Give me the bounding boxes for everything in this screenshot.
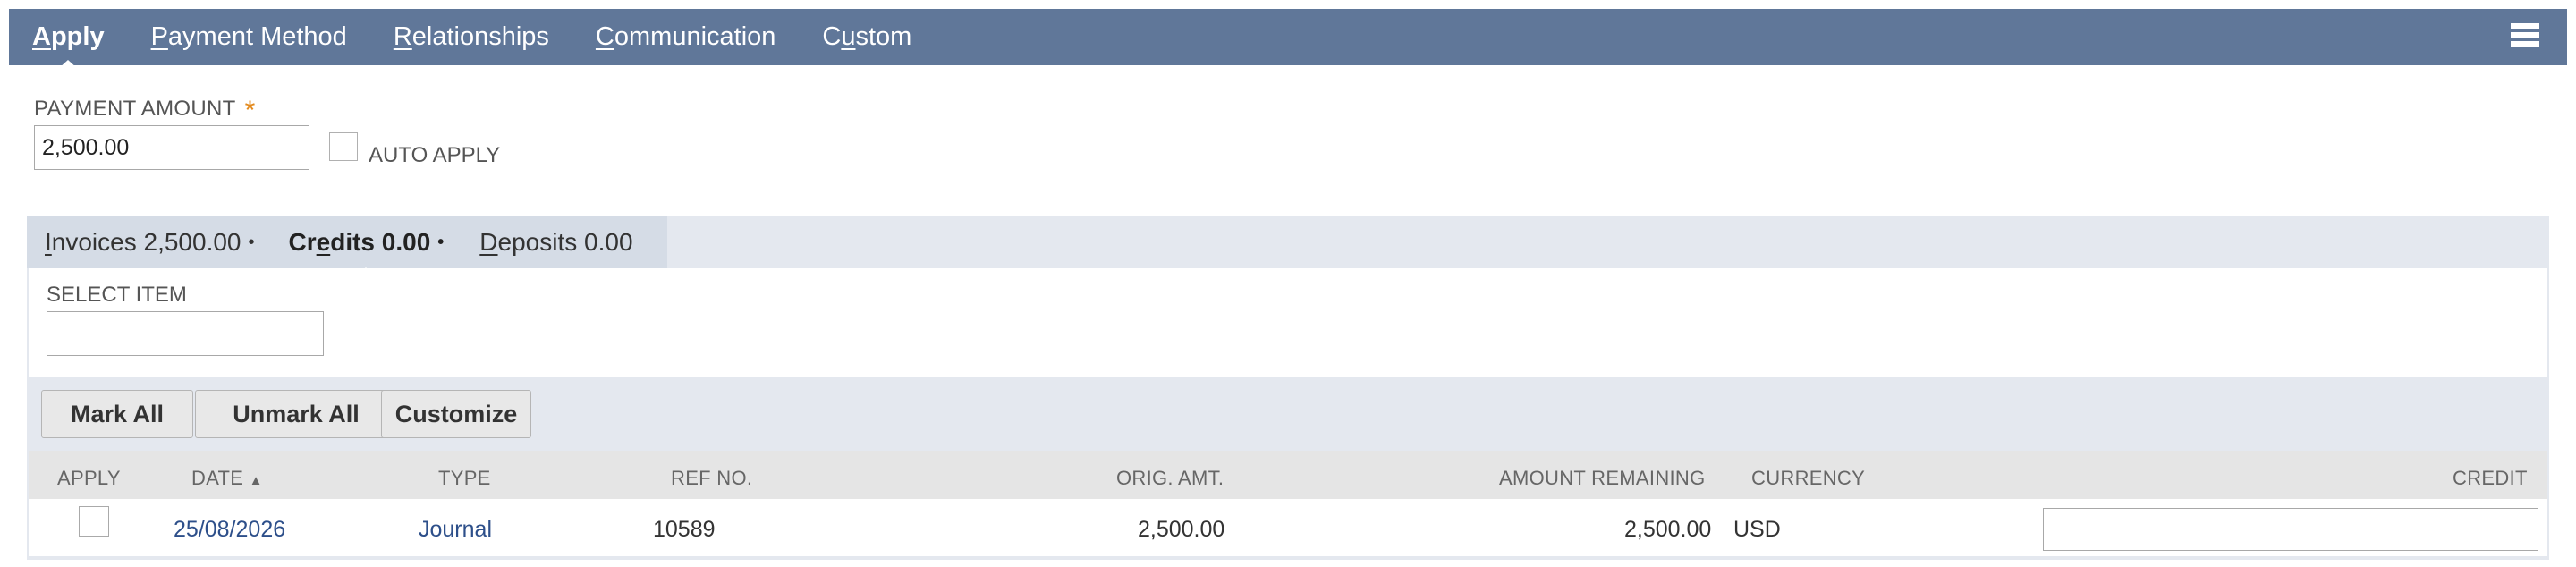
subtab-invoices-shortcut-letter: I [45, 228, 52, 256]
subtab-credits-shortcut-letter: e [316, 228, 331, 256]
apply-sublist-panel: Invoices 2,500.00 • Credits 0.00 • Deposit… [27, 216, 2549, 560]
subtab-credits[interactable]: Credits 0.00 • [289, 228, 445, 257]
subtab-invoices-label: nvoices 2,500.00 [51, 228, 242, 256]
table-header: APPLY DATE ▲ TYPE REF NO. ORIG. AMT. AMO… [29, 451, 2547, 499]
table-row: 25/08/2026 Journal 10589 2,500.00 2,500.… [29, 499, 2547, 556]
row-currency: USD [1733, 517, 1781, 542]
payment-amount-label-text: PAYMENT AMOUNT [34, 97, 236, 121]
tab-communication-shortcut-letter: C [595, 22, 614, 51]
tab-custom-label: stom [855, 22, 912, 51]
tab-payment-method-shortcut-letter: P [150, 22, 168, 51]
unmark-all-button[interactable]: Unmark All [195, 390, 397, 438]
subtab-deposits[interactable]: Deposits 0.00 [479, 228, 632, 257]
record-tab-bar: Apply Payment Method Relationships Commu… [9, 9, 2567, 65]
row-apply-checkbox[interactable] [79, 506, 109, 537]
tab-custom[interactable]: Custom [822, 22, 911, 52]
tab-relationships-shortcut-letter: R [393, 22, 412, 51]
subtab-credits-dot: • [437, 233, 445, 252]
column-date[interactable]: DATE ▲ [191, 467, 263, 490]
select-item-label: SELECT ITEM [47, 283, 187, 307]
tab-payment-method-label: ayment Method [167, 22, 347, 51]
subtab-bar: Invoices 2,500.00 • Credits 0.00 • Deposit… [27, 216, 633, 268]
select-item-input[interactable] [47, 311, 324, 356]
subtab-credits-label: dits 0.00 [330, 228, 431, 256]
row-type-link[interactable]: Journal [419, 517, 492, 543]
mark-all-button[interactable]: Mark All [41, 390, 193, 438]
row-ref-no: 10589 [653, 517, 716, 542]
column-apply: APPLY [57, 467, 121, 489]
tab-payment-method[interactable]: Payment Method [151, 22, 347, 52]
row-orig-amt: 2,500.00 [1138, 517, 1225, 542]
column-type[interactable]: TYPE [438, 467, 491, 490]
row-date-link[interactable]: 25/08/2026 [174, 517, 285, 543]
required-asterisk-icon: * [244, 96, 256, 125]
tab-apply[interactable]: Apply [32, 22, 105, 52]
sort-ascending-icon: ▲ [249, 473, 263, 488]
payment-amount-input[interactable] [34, 125, 309, 170]
tab-apply-shortcut-letter: A [32, 22, 51, 51]
column-amount-remaining[interactable]: AMOUNT REMAINING [1499, 467, 1706, 490]
tab-apply-label: pply [50, 22, 105, 51]
subtab-invoices-dot: • [248, 233, 255, 252]
tab-relationships[interactable]: Relationships [394, 22, 549, 52]
auto-apply-checkbox[interactable] [329, 132, 358, 161]
customize-button[interactable]: Customize [381, 390, 531, 438]
subtab-credits-label-pre: Cr [288, 228, 317, 256]
column-currency[interactable]: CURRENCY [1751, 467, 1865, 490]
subtab-deposits-shortcut-letter: D [479, 228, 498, 256]
column-date-label: DATE [191, 467, 244, 489]
column-ref-no[interactable]: REF NO. [671, 467, 752, 490]
select-item-area: SELECT ITEM [29, 268, 2547, 377]
column-orig-amt[interactable]: ORIG. AMT. [1116, 467, 1224, 490]
row-amount-remaining: 2,500.00 [1624, 517, 1712, 542]
tab-custom-label-pre: C [822, 22, 842, 51]
subtab-invoices[interactable]: Invoices 2,500.00 • [45, 228, 255, 257]
tab-communication[interactable]: Communication [596, 22, 775, 52]
row-credit-input[interactable] [2043, 508, 2538, 551]
auto-apply-label: AUTO APPLY [369, 143, 501, 167]
column-credit[interactable]: CREDIT [2453, 467, 2528, 490]
tab-communication-label: ommunication [614, 22, 776, 51]
subtab-deposits-label: eposits 0.00 [497, 228, 633, 256]
tab-custom-shortcut-letter: u [841, 22, 856, 51]
stacked-menu-icon[interactable] [2510, 22, 2540, 51]
tab-relationships-label: elationships [411, 22, 549, 51]
payment-amount-label: PAYMENT AMOUNT * [34, 96, 256, 126]
